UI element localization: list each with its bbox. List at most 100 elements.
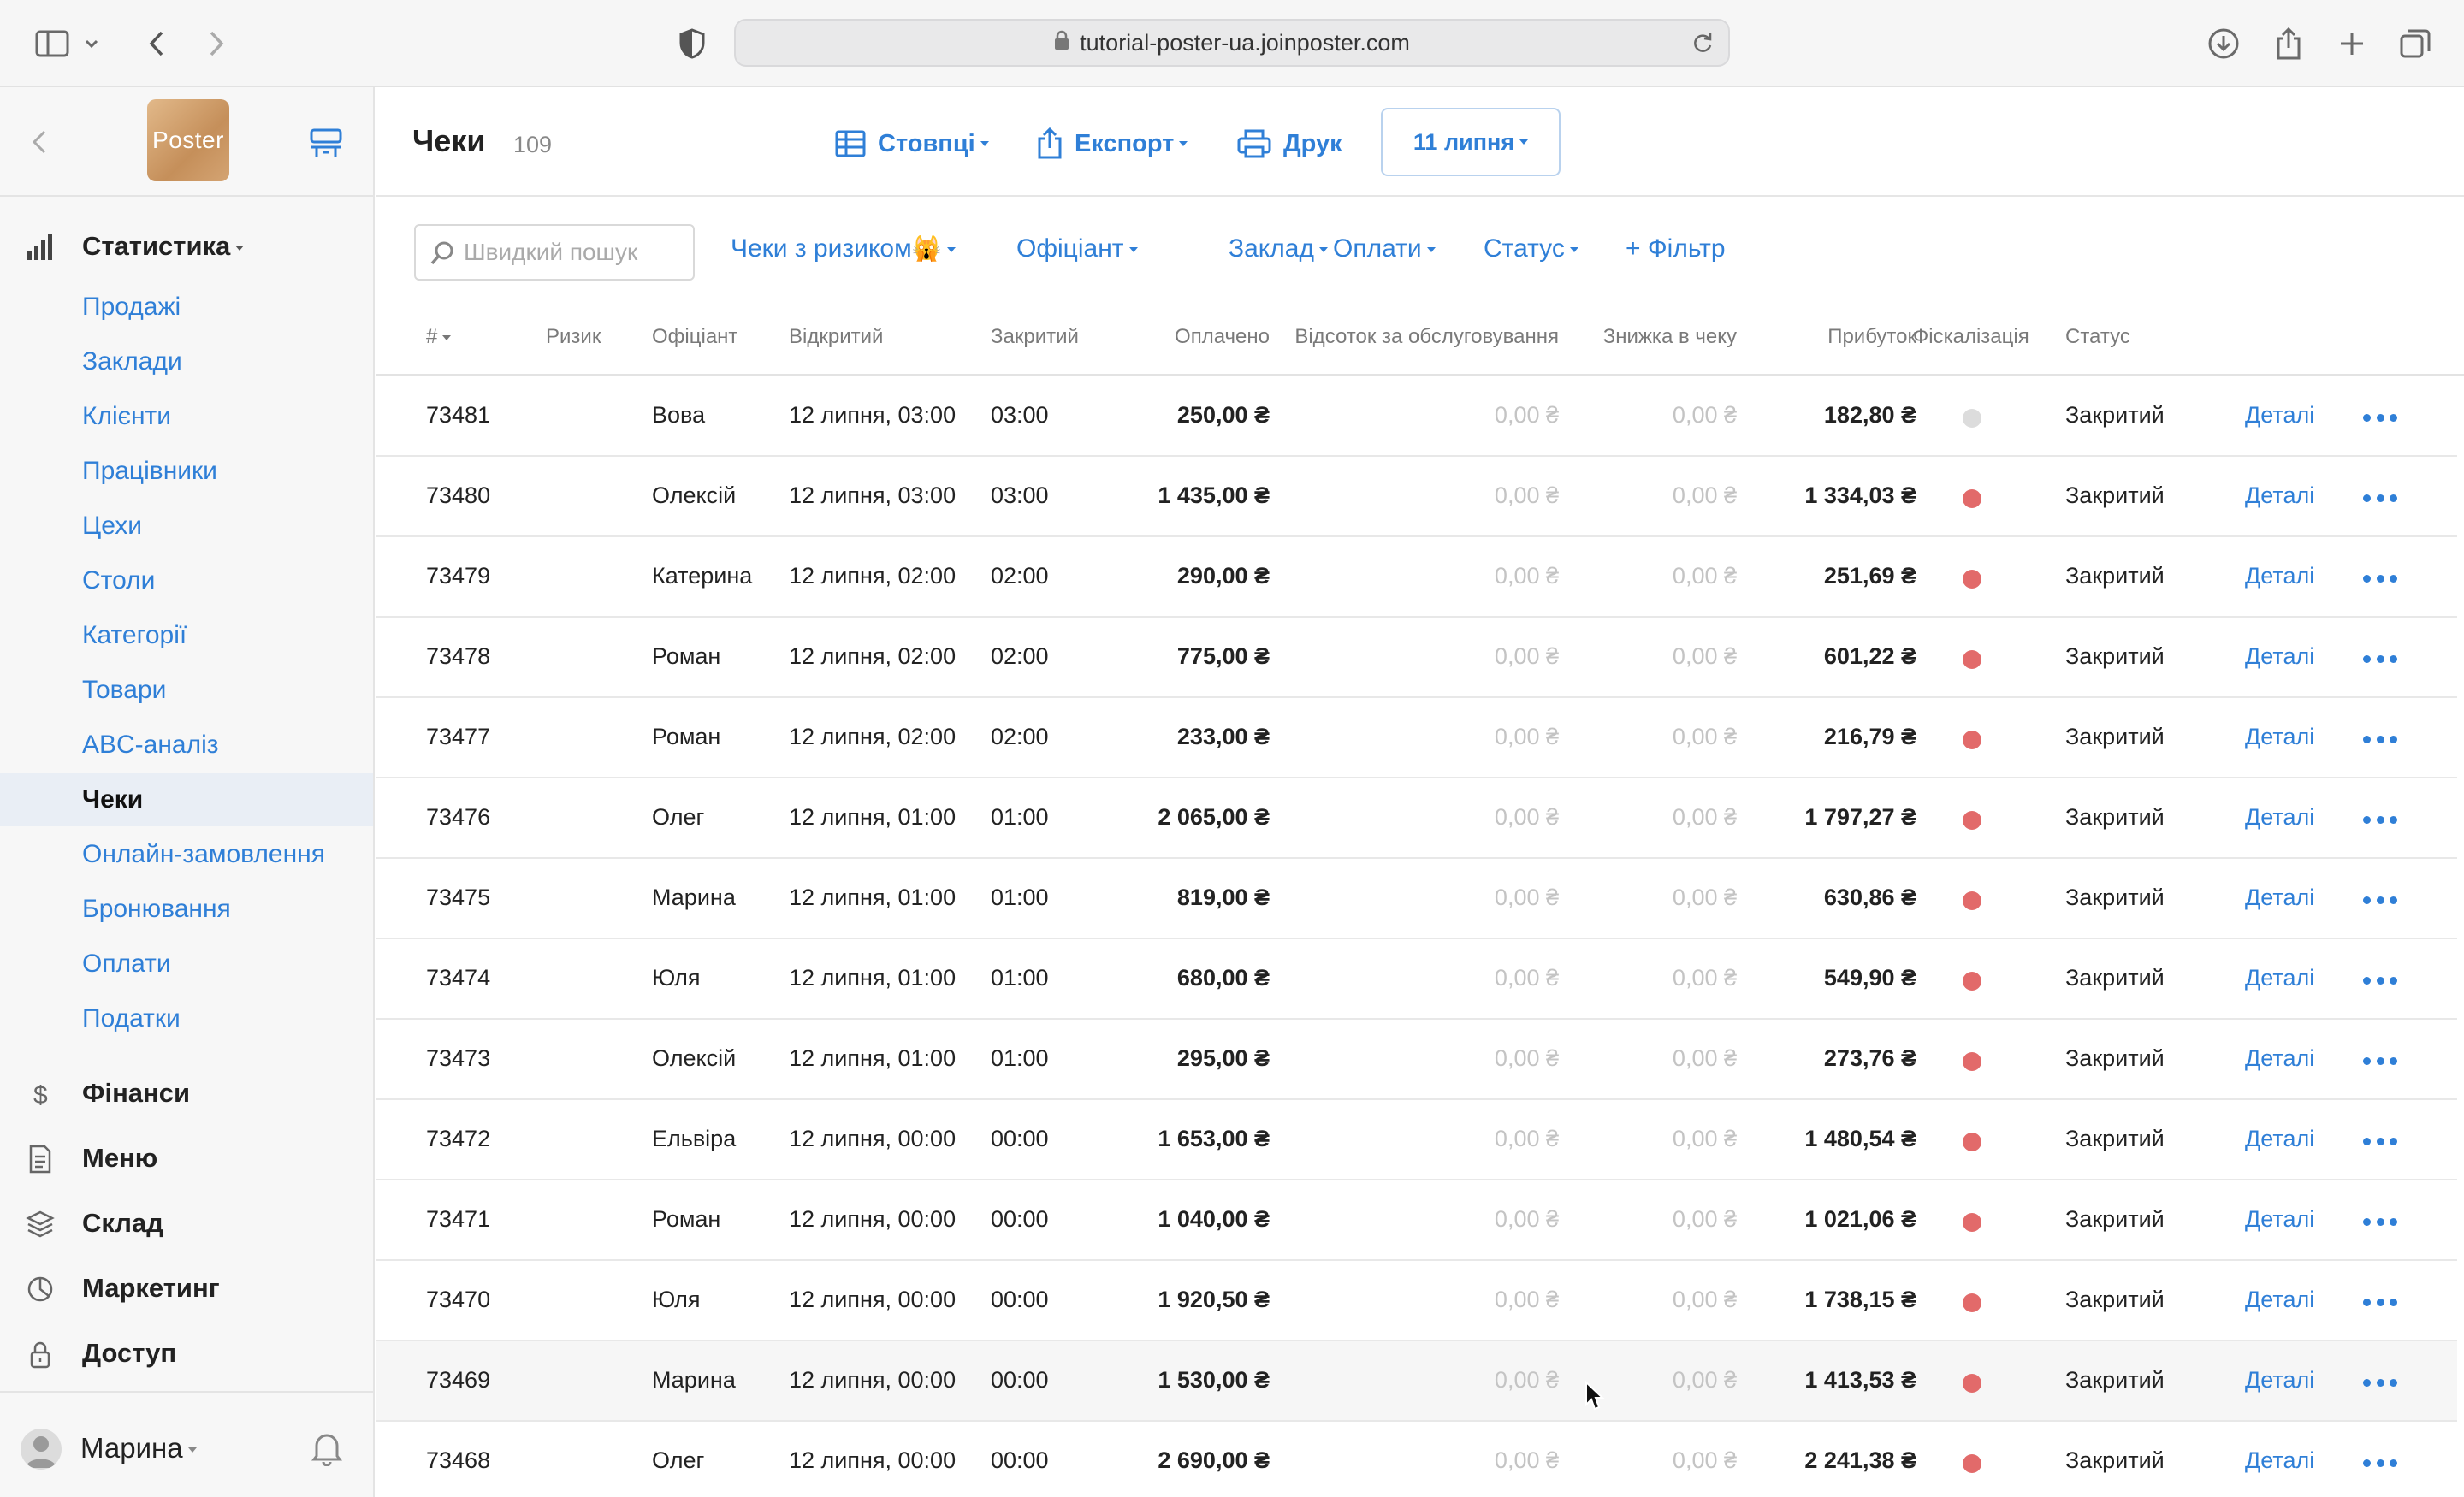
sidebar-section[interactable]: Меню bbox=[0, 1133, 373, 1184]
sidebar-item[interactable]: Клієнти bbox=[0, 390, 373, 443]
details-link[interactable]: Деталі bbox=[2245, 724, 2314, 750]
column-header-status[interactable]: Статус bbox=[2065, 325, 2130, 349]
details-link[interactable]: Деталі bbox=[2245, 402, 2314, 429]
shield-icon[interactable] bbox=[672, 24, 712, 63]
details-link[interactable]: Деталі bbox=[2245, 1206, 2314, 1233]
column-header-risk[interactable]: Ризик bbox=[546, 325, 601, 349]
table-row[interactable]: 73469 Марина 12 липня, 00:00 00:00 1 530,00 … bbox=[376, 1341, 2457, 1422]
column-header-fiscal[interactable]: Фіскалізація bbox=[1913, 325, 2029, 349]
more-options-icon[interactable] bbox=[2363, 1379, 2397, 1388]
download-icon[interactable] bbox=[2204, 24, 2243, 63]
more-options-icon[interactable] bbox=[2363, 816, 2397, 825]
back-arrow-icon[interactable] bbox=[137, 24, 176, 63]
avatar[interactable] bbox=[21, 1429, 62, 1470]
table-row[interactable]: 73480 Олексій 12 липня, 03:00 03:00 1 435,00… bbox=[376, 457, 2457, 537]
sidebar-item[interactable]: Товари bbox=[0, 664, 373, 717]
chevron-down-icon[interactable] bbox=[79, 24, 104, 63]
details-link[interactable]: Деталі bbox=[2245, 885, 2314, 911]
sidebar-item[interactable]: Оплати bbox=[0, 938, 373, 991]
search-input[interactable]: Швидкий пошук bbox=[414, 224, 695, 281]
table-row[interactable]: 73468 Олег 12 липня, 00:00 00:00 2 690,00 ₴ 0… bbox=[376, 1422, 2457, 1497]
details-link[interactable]: Деталі bbox=[2245, 965, 2314, 991]
sidebar-item[interactable]: Податки bbox=[0, 992, 373, 1045]
details-link[interactable]: Деталі bbox=[2245, 804, 2314, 831]
more-options-icon[interactable] bbox=[2363, 1138, 2397, 1146]
details-link[interactable]: Деталі bbox=[2245, 1447, 2314, 1474]
share-icon[interactable] bbox=[2269, 24, 2308, 63]
risk-filter[interactable]: Чеки з ризиком🙀 bbox=[731, 234, 956, 263]
details-link[interactable]: Деталі bbox=[2245, 1367, 2314, 1393]
sidebar-section[interactable]: Склад bbox=[0, 1198, 373, 1249]
tabs-overview-icon[interactable] bbox=[2396, 24, 2435, 63]
waiter-filter[interactable]: Офіціант bbox=[1016, 234, 1138, 263]
sidebar-item[interactable]: Цехи bbox=[0, 500, 373, 553]
sidebar-item[interactable]: Чеки bbox=[0, 773, 373, 826]
collapse-chevron-icon[interactable] bbox=[24, 125, 58, 159]
table-row[interactable]: 73478 Роман 12 липня, 02:00 02:00 775,00 ₴ 0,… bbox=[376, 618, 2457, 698]
column-header-number[interactable]: # bbox=[426, 325, 452, 349]
details-link[interactable]: Деталі bbox=[2245, 563, 2314, 589]
sidebar-section[interactable]: Маркетинг bbox=[0, 1263, 373, 1314]
sidebar-item[interactable]: Столи bbox=[0, 554, 373, 607]
table-row[interactable]: 73470 Юля 12 липня, 00:00 00:00 1 920,50 ₴ 0,… bbox=[376, 1261, 2457, 1341]
column-header-discount[interactable]: Знижка в чеку bbox=[1574, 325, 1737, 349]
column-header-closed[interactable]: Закритий bbox=[991, 325, 1079, 349]
more-options-icon[interactable] bbox=[2363, 1459, 2397, 1468]
column-header-profit[interactable]: Прибуток bbox=[1771, 325, 1916, 349]
more-options-icon[interactable] bbox=[2363, 1299, 2397, 1307]
details-link[interactable]: Деталі bbox=[2245, 1045, 2314, 1072]
sidebar-item[interactable]: Продажі bbox=[0, 281, 373, 334]
sidebar-item[interactable]: Бронювання bbox=[0, 883, 373, 936]
more-options-icon[interactable] bbox=[2363, 1057, 2397, 1066]
forward-arrow-icon[interactable] bbox=[197, 24, 236, 63]
more-options-icon[interactable] bbox=[2363, 575, 2397, 583]
reload-icon[interactable] bbox=[1691, 31, 1715, 61]
table-row[interactable]: 73473 Олексій 12 липня, 01:00 01:00 295,00 ₴… bbox=[376, 1020, 2457, 1100]
table-row[interactable]: 73475 Марина 12 липня, 01:00 01:00 819,00 ₴ 0… bbox=[376, 859, 2457, 939]
more-options-icon[interactable] bbox=[2363, 736, 2397, 744]
print-button[interactable]: Друк bbox=[1237, 127, 1342, 161]
new-tab-plus-icon[interactable] bbox=[2332, 24, 2372, 63]
details-link[interactable]: Деталі bbox=[2245, 482, 2314, 509]
column-header-service[interactable]: Відсоток за обслуговування bbox=[1283, 325, 1559, 349]
table-row[interactable]: 73472 Ельвіра 12 липня, 00:00 00:00 1 653,00… bbox=[376, 1100, 2457, 1180]
more-options-icon[interactable] bbox=[2363, 1218, 2397, 1227]
more-options-icon[interactable] bbox=[2363, 977, 2397, 985]
store-icon[interactable] bbox=[306, 123, 346, 163]
sidebar-item[interactable]: Працівники bbox=[0, 445, 373, 498]
details-link[interactable]: Деталі bbox=[2245, 1287, 2314, 1313]
column-header-waiter[interactable]: Офіціант bbox=[652, 325, 737, 349]
column-header-paid[interactable]: Оплачено bbox=[1140, 325, 1270, 349]
user-menu[interactable]: Марина bbox=[80, 1432, 197, 1464]
date-picker-button[interactable]: 11 липня bbox=[1381, 108, 1561, 176]
table-row[interactable]: 73477 Роман 12 липня, 02:00 02:00 233,00 ₴ 0,… bbox=[376, 698, 2457, 778]
details-link[interactable]: Деталі bbox=[2245, 643, 2314, 670]
status-filter[interactable]: Статус bbox=[1484, 234, 1578, 263]
payments-filter[interactable]: Оплати bbox=[1333, 234, 1436, 263]
table-row[interactable]: 73476 Олег 12 липня, 01:00 01:00 2 065,00 ₴ 0… bbox=[376, 778, 2457, 859]
column-header-opened[interactable]: Відкритий bbox=[789, 325, 883, 349]
more-options-icon[interactable] bbox=[2363, 655, 2397, 664]
sidebar-item[interactable]: ABC-аналіз bbox=[0, 719, 373, 772]
sidebar-item[interactable]: Заклади bbox=[0, 335, 373, 388]
export-button[interactable]: Експорт bbox=[1037, 127, 1188, 161]
details-link[interactable]: Деталі bbox=[2245, 1126, 2314, 1152]
bell-icon[interactable] bbox=[310, 1429, 344, 1467]
sidebar-section-statistics[interactable]: Статистика bbox=[0, 221, 373, 272]
more-options-icon[interactable] bbox=[2363, 494, 2397, 503]
sidebar-section[interactable]: $ Фінанси bbox=[0, 1068, 373, 1119]
sidebar-toggle-icon[interactable] bbox=[33, 24, 72, 63]
more-options-icon[interactable] bbox=[2363, 414, 2397, 423]
table-row[interactable]: 73479 Катерина 12 липня, 02:00 02:00 290,00 … bbox=[376, 537, 2457, 618]
columns-button[interactable]: Стовпці bbox=[835, 127, 989, 161]
place-filter[interactable]: Заклад bbox=[1229, 234, 1328, 263]
table-row[interactable]: 73481 Вова 12 липня, 03:00 03:00 250,00 ₴ 0,0… bbox=[376, 376, 2457, 457]
sidebar-section[interactable]: Доступ bbox=[0, 1328, 373, 1379]
more-options-icon[interactable] bbox=[2363, 896, 2397, 905]
address-bar[interactable]: tutorial-poster-ua.joinposter.com bbox=[734, 19, 1730, 67]
add-filter-button[interactable]: + Фільтр bbox=[1626, 234, 1726, 263]
sidebar-item[interactable]: Онлайн-замовлення bbox=[0, 828, 373, 881]
table-row[interactable]: 73474 Юля 12 липня, 01:00 01:00 680,00 ₴ 0,00… bbox=[376, 939, 2457, 1020]
table-row[interactable]: 73471 Роман 12 липня, 00:00 00:00 1 040,00 ₴… bbox=[376, 1180, 2457, 1261]
sidebar-item[interactable]: Категорії bbox=[0, 609, 373, 662]
